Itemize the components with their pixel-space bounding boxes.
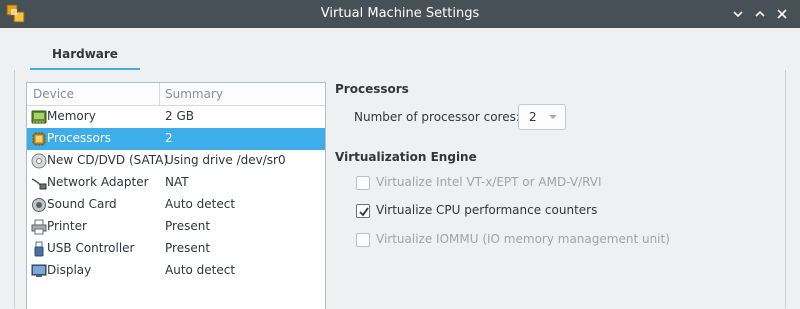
column-header-device[interactable]: Device (33, 87, 74, 101)
tab-bar: Hardware (14, 40, 784, 71)
device-row-cd-dvd[interactable]: New CD/DVD (SATA) Using drive /dev/sr0 (27, 150, 325, 172)
printer-icon (31, 219, 47, 235)
device-row-memory[interactable]: Memory 2 GB (27, 106, 325, 128)
processor-cores-value: 2 (529, 110, 537, 124)
device-row-display[interactable]: Display Auto detect (27, 260, 325, 282)
chevron-down-icon (547, 111, 559, 123)
window-title: Virtual Machine Settings (320, 6, 480, 21)
device-summary: Present (165, 241, 211, 255)
device-list-header: Device Summary (27, 83, 325, 106)
sound-card-icon (31, 197, 47, 213)
virtualize-iommu-label: Virtualize IOMMU (IO memory management u… (376, 232, 670, 246)
device-row-printer[interactable]: Printer Present (27, 216, 325, 238)
close-button[interactable] (772, 4, 792, 24)
device-summary: 2 GB (165, 109, 194, 123)
virtualization-section-title: Virtualization Engine (335, 150, 477, 164)
cd-dvd-icon (31, 153, 47, 169)
maximize-button[interactable] (750, 4, 770, 24)
device-name: Printer (47, 219, 87, 233)
processor-cores-label: Number of processor cores: (354, 110, 520, 124)
chevron-down-icon (733, 11, 743, 18)
memory-icon (31, 109, 47, 125)
usb-icon (31, 241, 47, 257)
network-adapter-icon (31, 175, 47, 191)
device-summary: 2 (165, 131, 173, 145)
device-row-network-adapter[interactable]: Network Adapter NAT (27, 172, 325, 194)
device-name: Processors (47, 131, 112, 145)
display-icon (31, 263, 47, 279)
title-bar: Virtual Machine Settings (0, 0, 800, 28)
minimize-button[interactable] (728, 4, 748, 24)
device-summary: NAT (165, 175, 189, 189)
device-summary: Auto detect (165, 263, 236, 277)
virtualize-vtx-checkbox[interactable] (356, 176, 370, 190)
device-row-processors[interactable]: Processors 2 (27, 128, 325, 150)
virtualize-vtx-label: Virtualize Intel VT-x/EPT or AMD-V/RVI (376, 175, 602, 189)
device-summary: Using drive /dev/sr0 (165, 153, 286, 167)
device-name: Display (47, 263, 92, 277)
device-list[interactable]: Device Summary Memory 2 GB Processors 2 … (26, 82, 326, 309)
processor-icon (31, 131, 47, 147)
close-icon (777, 9, 787, 19)
virtualize-cpu-counters-label: Virtualize CPU performance counters (376, 203, 598, 217)
device-name: Network Adapter (47, 175, 149, 189)
device-row-sound-card[interactable]: Sound Card Auto detect (27, 194, 325, 216)
device-name: New CD/DVD (SATA) (47, 153, 169, 167)
processors-section-title: Processors (335, 82, 409, 96)
device-row-usb-controller[interactable]: USB Controller Present (27, 238, 325, 260)
chevron-up-icon (755, 10, 765, 17)
device-name: USB Controller (47, 241, 135, 255)
checkmark-icon (359, 207, 369, 217)
processor-cores-select[interactable]: 2 (518, 104, 566, 130)
device-summary: Present (165, 219, 211, 233)
column-header-summary[interactable]: Summary (165, 87, 223, 101)
device-name: Sound Card (47, 197, 117, 211)
device-name: Memory (47, 109, 96, 123)
device-summary: Auto detect (165, 197, 236, 211)
virtualize-cpu-counters-checkbox[interactable] (356, 204, 370, 218)
tab-hardware[interactable]: Hardware (30, 40, 140, 70)
virtualize-iommu-checkbox[interactable] (356, 233, 370, 247)
